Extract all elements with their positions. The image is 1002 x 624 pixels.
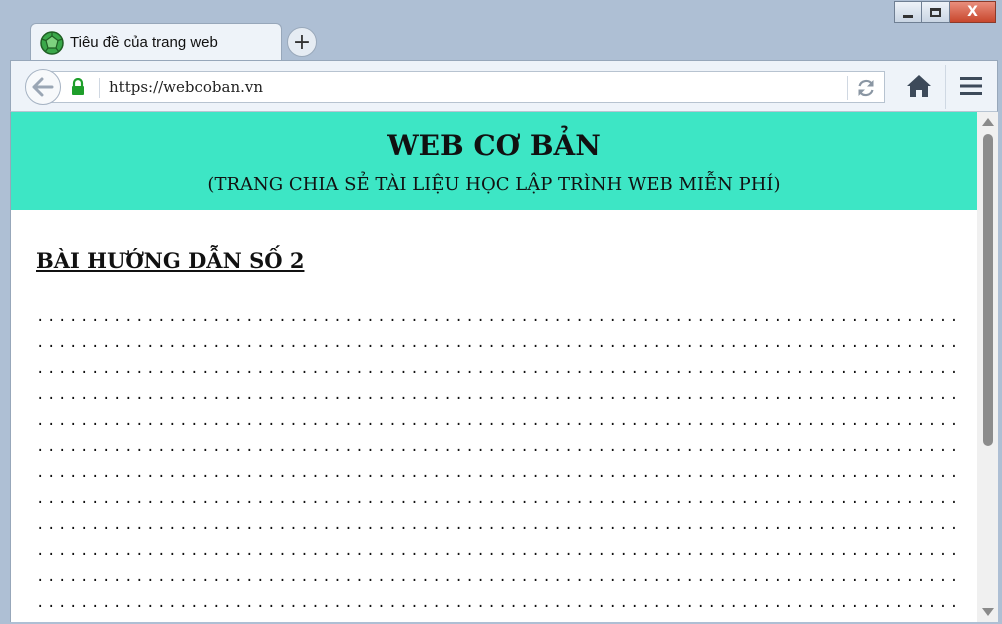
dot-line: ........................................…	[36, 491, 956, 507]
close-icon: X	[967, 4, 978, 20]
tab-title: Tiêu đề của trang web	[70, 34, 218, 51]
browser-tab[interactable]: Tiêu đề của trang web	[30, 23, 282, 61]
home-icon[interactable]	[906, 74, 932, 98]
dot-line: ........................................…	[36, 413, 956, 429]
maximize-button[interactable]	[922, 1, 950, 23]
scroll-down-icon[interactable]	[982, 608, 994, 616]
back-arrow-icon	[32, 77, 54, 97]
url-separator	[99, 78, 100, 98]
new-tab-button[interactable]: +	[287, 27, 317, 57]
dot-line: ........................................…	[36, 335, 956, 351]
reload-icon[interactable]	[855, 77, 877, 99]
navigation-bar: https://webcoban.vn	[10, 60, 998, 112]
back-button[interactable]	[25, 69, 61, 105]
url-text[interactable]: https://webcoban.vn	[109, 78, 263, 96]
vertical-scrollbar[interactable]	[977, 112, 998, 622]
close-button[interactable]: X	[950, 1, 996, 23]
minimize-button[interactable]	[894, 1, 922, 23]
dot-line: ........................................…	[36, 595, 956, 611]
minimize-icon	[903, 14, 913, 18]
reload-separator	[847, 76, 848, 100]
dot-line: ........................................…	[36, 309, 956, 325]
dot-line: ........................................…	[36, 387, 956, 403]
dot-line: ........................................…	[36, 517, 956, 533]
site-header: WEB CƠ BẢN (TRANG CHIA SẺ TÀI LIỆU HỌC L…	[11, 112, 977, 210]
hamburger-menu-icon[interactable]	[960, 76, 982, 96]
lock-icon	[72, 78, 84, 95]
plus-icon: +	[292, 29, 312, 55]
page-viewport: WEB CƠ BẢN (TRANG CHIA SẺ TÀI LIỆU HỌC L…	[10, 112, 998, 622]
maximize-icon	[930, 7, 941, 17]
dot-line: ........................................…	[36, 543, 956, 559]
dot-line: ........................................…	[36, 361, 956, 377]
dotted-lines: ........................................…	[36, 304, 956, 616]
site-title: WEB CƠ BẢN	[387, 129, 601, 162]
lesson-heading: BÀI HƯỚNG DẪN SỐ 2	[36, 248, 305, 273]
site-subtitle: (TRANG CHIA SẺ TÀI LIỆU HỌC LẬP TRÌNH WE…	[207, 174, 781, 195]
toolbar-separator	[945, 65, 946, 109]
address-bar[interactable]: https://webcoban.vn	[51, 71, 885, 103]
globe-icon	[40, 30, 64, 55]
dot-line: ........................................…	[36, 569, 956, 585]
scroll-up-icon[interactable]	[982, 118, 994, 126]
scrollbar-thumb[interactable]	[983, 134, 993, 446]
window-controls: X	[894, 1, 996, 23]
dot-line: ........................................…	[36, 439, 956, 455]
dot-line: ........................................…	[36, 465, 956, 481]
